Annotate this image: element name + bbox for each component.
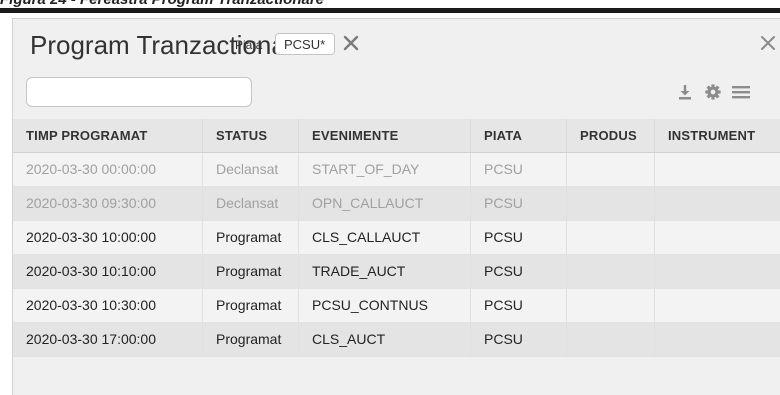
cell-status: Declansat bbox=[203, 187, 299, 220]
cell-product bbox=[567, 153, 655, 186]
table-row[interactable]: 2020-03-30 09:30:00 Declansat OPN_CALLAU… bbox=[13, 187, 780, 221]
cell-status: Declansat bbox=[203, 153, 299, 186]
cell-time: 2020-03-30 10:30:00 bbox=[13, 289, 203, 322]
cell-event: TRADE_AUCT bbox=[299, 255, 471, 288]
cell-market: PCSU bbox=[471, 187, 567, 220]
cell-status: Programat bbox=[203, 221, 299, 254]
panel-title: Program Tranzactionare bbox=[30, 30, 309, 60]
cell-status: Programat bbox=[203, 255, 299, 288]
cell-product bbox=[567, 255, 655, 288]
column-header-produs[interactable]: PRODUS bbox=[567, 119, 655, 152]
cell-product bbox=[567, 323, 655, 356]
download-icon[interactable] bbox=[677, 82, 693, 102]
cell-instrument bbox=[655, 255, 780, 288]
cell-time: 2020-03-30 10:00:00 bbox=[13, 221, 203, 254]
cell-instrument bbox=[655, 289, 780, 322]
cell-time: 2020-03-30 10:10:00 bbox=[13, 255, 203, 288]
table-row[interactable]: 2020-03-30 10:00:00 Programat CLS_CALLAU… bbox=[13, 221, 780, 255]
close-icon[interactable] bbox=[341, 33, 361, 53]
cell-event: CLS_AUCT bbox=[299, 323, 471, 356]
market-filter-label: Piata bbox=[235, 38, 263, 52]
cell-product bbox=[567, 187, 655, 220]
cell-instrument bbox=[655, 187, 780, 220]
cell-market: PCSU bbox=[471, 153, 567, 186]
column-header-timp-programat[interactable]: TIMP PROGRAMAT bbox=[13, 119, 203, 152]
column-header-status[interactable]: STATUS bbox=[203, 119, 299, 152]
trading-schedule-panel: Program Tranzactionare Piata PCSU* TIMP … bbox=[12, 18, 780, 395]
table-row[interactable]: 2020-03-30 10:10:00 Programat TRADE_AUCT… bbox=[13, 255, 780, 289]
cell-event: CLS_CALLAUCT bbox=[299, 221, 471, 254]
cell-time: 2020-03-30 00:00:00 bbox=[13, 153, 203, 186]
column-header-piata[interactable]: PIATA bbox=[471, 119, 567, 152]
cell-product bbox=[567, 221, 655, 254]
cell-instrument bbox=[655, 221, 780, 254]
table-header: TIMP PROGRAMAT STATUS EVENIMENTE PIATA P… bbox=[13, 119, 780, 153]
cell-product bbox=[567, 289, 655, 322]
cell-status: Programat bbox=[203, 289, 299, 322]
gear-icon[interactable] bbox=[704, 82, 722, 102]
cell-instrument bbox=[655, 323, 780, 356]
cell-market: PCSU bbox=[471, 289, 567, 322]
market-filter-input[interactable]: PCSU* bbox=[275, 33, 335, 55]
close-icon[interactable] bbox=[760, 35, 776, 51]
column-header-instrument[interactable]: INSTRUMENT bbox=[655, 119, 780, 152]
cell-market: PCSU bbox=[471, 221, 567, 254]
cell-event: START_OF_DAY bbox=[299, 153, 471, 186]
table-row[interactable]: 2020-03-30 17:00:00 Programat CLS_AUCT P… bbox=[13, 323, 780, 357]
cell-market: PCSU bbox=[471, 323, 567, 356]
cell-event: PCSU_CONTNUS bbox=[299, 289, 471, 322]
cell-event: OPN_CALLAUCT bbox=[299, 187, 471, 220]
schedule-table: TIMP PROGRAMAT STATUS EVENIMENTE PIATA P… bbox=[13, 119, 780, 357]
hamburger-menu-icon[interactable] bbox=[731, 82, 751, 102]
cell-market: PCSU bbox=[471, 255, 567, 288]
table-row[interactable]: 2020-03-30 00:00:00 Declansat START_OF_D… bbox=[13, 153, 780, 187]
search-input[interactable] bbox=[26, 77, 252, 107]
cell-status: Programat bbox=[203, 323, 299, 356]
table-row[interactable]: 2020-03-30 10:30:00 Programat PCSU_CONTN… bbox=[13, 289, 780, 323]
top-divider-bar bbox=[0, 8, 780, 13]
cell-time: 2020-03-30 17:00:00 bbox=[13, 323, 203, 356]
cell-instrument bbox=[655, 153, 780, 186]
column-header-evenimente[interactable]: EVENIMENTE bbox=[299, 119, 471, 152]
cell-time: 2020-03-30 09:30:00 bbox=[13, 187, 203, 220]
